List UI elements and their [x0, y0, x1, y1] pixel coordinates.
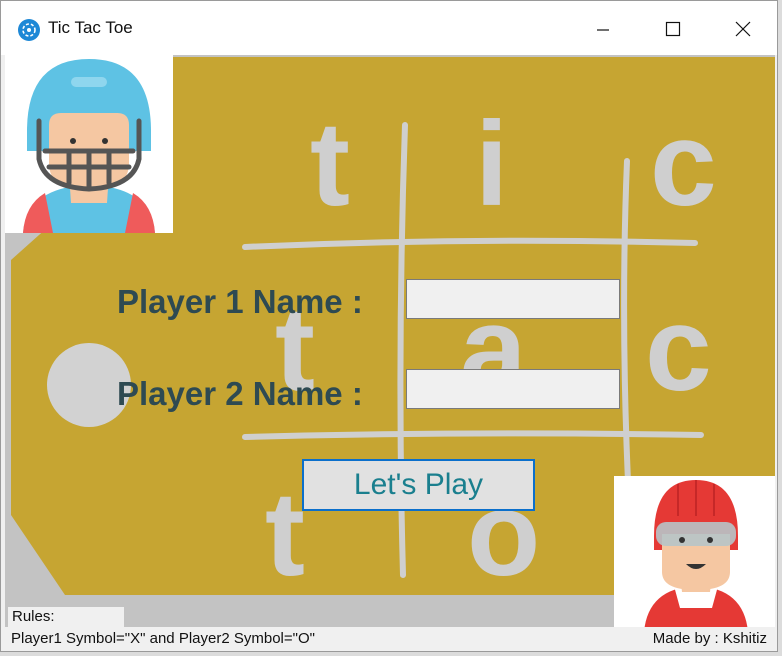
form-client-area: t i c t a c t o Player 1 Name: Player 2… — [5, 55, 775, 651]
close-icon[interactable] — [713, 1, 773, 55]
minimize-icon[interactable] — [573, 1, 633, 55]
bg-letter-t3: t — [265, 467, 305, 601]
window-title: Tic Tac Toe — [48, 18, 133, 37]
maximize-icon[interactable] — [643, 1, 703, 55]
app-window: Tic Tac Toe t i c t a c t o Player 1 Nam… — [0, 0, 778, 652]
title-bar[interactable]: Tic Tac Toe — [1, 1, 777, 55]
bg-letter-c1: c — [650, 97, 717, 231]
app-icon — [18, 19, 40, 41]
player1-avatar — [5, 55, 173, 233]
player2-avatar — [614, 476, 775, 632]
football-player-icon — [23, 59, 155, 233]
player2-name-label: Player 2 Name : — [117, 375, 363, 412]
bg-letter-i: i — [475, 97, 508, 231]
player1-name-label: Player 1 Name : — [117, 283, 363, 320]
bg-letter-t1: t — [310, 97, 350, 231]
player1-name-input[interactable] — [406, 279, 620, 319]
bg-letter-c2: c — [645, 282, 712, 416]
hockey-player-icon — [644, 480, 748, 632]
status-bar: Player1 Symbol="X" and Player2 Symbol="O… — [5, 627, 775, 651]
credit-text: Made by : Kshitiz — [652, 630, 767, 647]
rules-text: Player1 Symbol="X" and Player2 Symbol="O… — [11, 630, 315, 647]
player2-name-input[interactable] — [406, 369, 620, 409]
lets-play-button[interactable]: Let's Play — [302, 459, 535, 511]
rules-label: Rules: — [8, 607, 124, 627]
